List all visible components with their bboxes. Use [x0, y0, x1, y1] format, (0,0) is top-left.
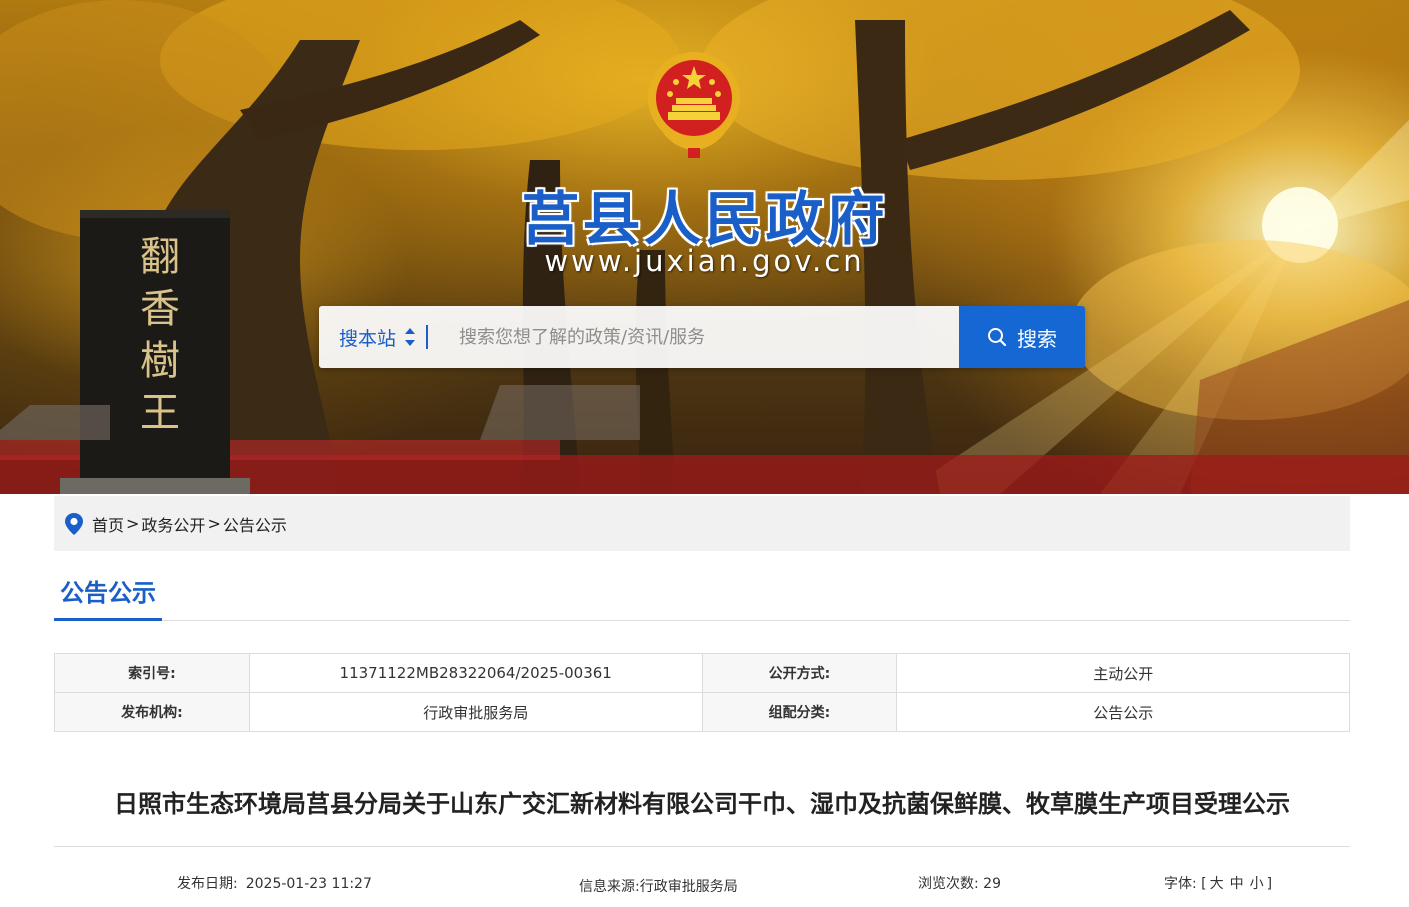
view-count: 浏览次数: 29: [918, 873, 1001, 893]
open-mode-value: 主动公开: [896, 653, 1350, 693]
publish-date-label: 发布日期:: [177, 876, 238, 892]
tab-announcements[interactable]: 公告公示: [54, 566, 162, 621]
table-row: 发布机构: 行政审批服务局 组配分类: 公告公示: [54, 692, 1350, 732]
info-source: 信息来源:行政审批服务局: [579, 876, 738, 896]
search-scope-selector[interactable]: 搜本站: [319, 306, 449, 368]
font-small-button[interactable]: 小: [1250, 876, 1264, 892]
view-count-value: 29: [983, 876, 1001, 892]
sort-arrows-icon: [404, 326, 416, 348]
national-emblem-icon: [648, 52, 740, 158]
site-url: www.juxian.gov.cn: [544, 244, 865, 278]
publish-date: 发布日期: 2025-01-23 11:27: [177, 873, 372, 893]
font-bracket-open: [: [1201, 876, 1207, 892]
publisher-label: 发布机构:: [54, 692, 250, 732]
open-mode-label: 公开方式:: [701, 653, 898, 693]
svg-text:樹: 樹: [140, 338, 180, 384]
svg-text:王: 王: [140, 390, 180, 436]
info-source-value: 行政审批服务局: [639, 879, 738, 895]
breadcrumb-separator: >: [207, 514, 221, 533]
table-row: 索引号: 11371122MB28322064/2025-00361 公开方式:…: [54, 653, 1350, 693]
font-medium-button[interactable]: 中: [1230, 876, 1244, 892]
publish-date-value: 2025-01-23 11:27: [245, 876, 372, 892]
index-label: 索引号:: [54, 653, 250, 693]
category-label: 组配分类:: [701, 692, 898, 732]
search-input[interactable]: [449, 306, 959, 368]
search-icon: [987, 327, 1007, 347]
category-value: 公告公示: [896, 692, 1350, 732]
info-source-label: 信息来源:: [579, 879, 640, 895]
index-value: 11371122MB28322064/2025-00361: [248, 653, 703, 693]
location-pin-icon: [64, 512, 84, 536]
header-banner: 翻 香 樹 王 莒县人民政府 www.juxian.gov.cn 搜本站 搜索您…: [0, 0, 1409, 494]
font-bracket-close: ]: [1266, 876, 1273, 892]
breadcrumb-home[interactable]: 首页: [92, 512, 124, 536]
section-header: 公告公示: [54, 566, 1350, 621]
title-divider: [54, 846, 1350, 847]
font-size-control: 字体: [大中小]: [1164, 873, 1272, 893]
search-button[interactable]: 搜索: [959, 306, 1085, 368]
font-large-button[interactable]: 大: [1210, 876, 1224, 892]
view-count-label: 浏览次数:: [918, 876, 979, 892]
search-bar: 搜本站 搜索: [319, 306, 1085, 368]
breadcrumb-separator: >: [126, 514, 140, 533]
breadcrumb: 首页 > 政务公开 > 公告公示: [54, 496, 1350, 551]
svg-text:香: 香: [140, 286, 180, 332]
breadcrumb-announcements[interactable]: 公告公示: [223, 512, 287, 536]
article-title: 日照市生态环境局莒县分局关于山东广交汇新材料有限公司干巾、湿巾及抗菌保鲜膜、牧草…: [114, 790, 1290, 818]
search-button-label: 搜索: [1017, 326, 1057, 351]
scope-divider: [426, 325, 429, 349]
document-meta-table: 索引号: 11371122MB28322064/2025-00361 公开方式:…: [54, 653, 1350, 732]
search-scope-label: 搜本站: [339, 327, 397, 350]
breadcrumb-gov-affairs[interactable]: 政务公开: [141, 512, 205, 536]
font-size-label: 字体:: [1164, 876, 1197, 892]
publisher-value: 行政审批服务局: [248, 692, 703, 732]
